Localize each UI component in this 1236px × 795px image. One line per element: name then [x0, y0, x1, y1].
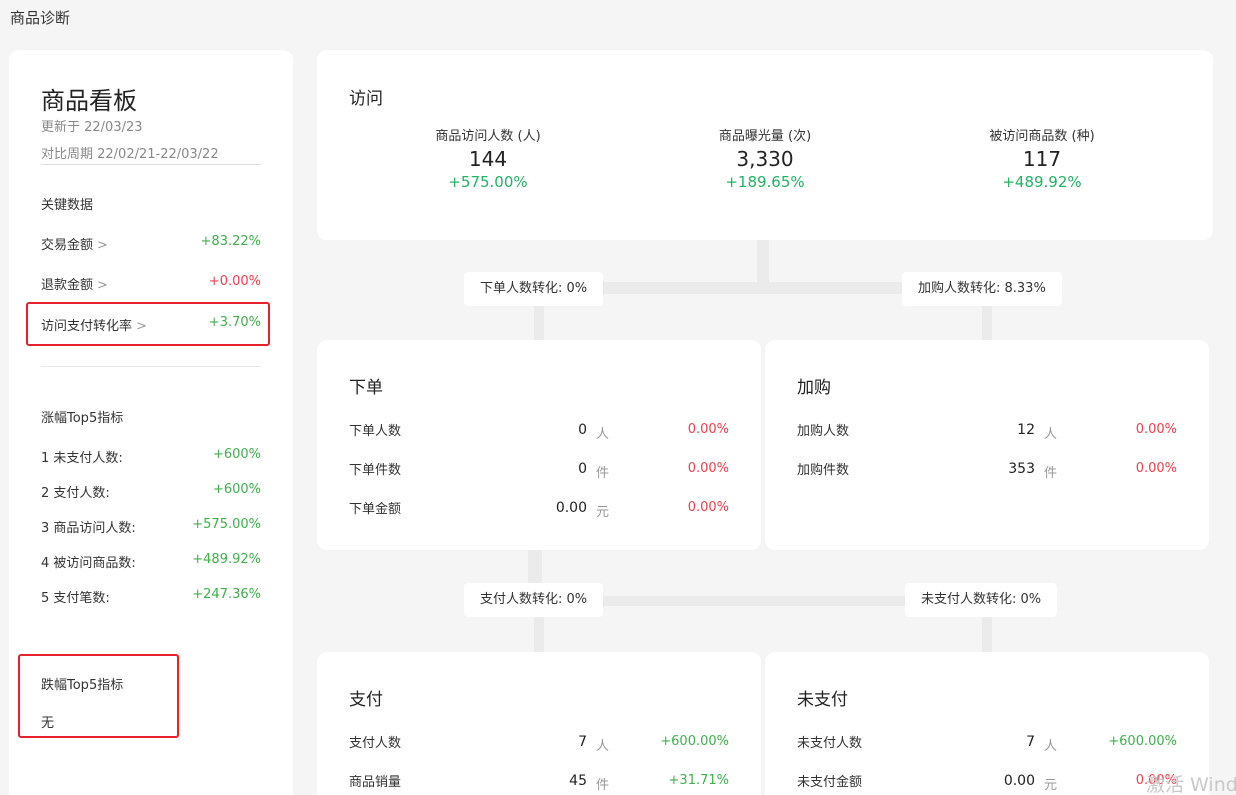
- pay-conversion-label: 支付人数转化: 0%: [464, 583, 604, 617]
- board-title: 商品看板: [41, 87, 137, 115]
- pay-metric-row: 商品销量 45 件 +31.71%: [349, 773, 729, 793]
- cart-card: 加购 加购人数 12 人 0.00% 加购件数 353 件 0.00%: [765, 340, 1209, 550]
- key-data-change: +0.00%: [208, 274, 261, 289]
- key-data-change: +83.22%: [200, 234, 261, 249]
- order-metric-row: 下单金额 0.00 元 0.00%: [349, 500, 729, 520]
- order-conversion-label: 下单人数转化: 0%: [464, 272, 604, 306]
- divider: [41, 366, 261, 367]
- cart-title: 加购: [797, 378, 831, 398]
- pay-title: 支付: [349, 690, 383, 710]
- rise-top5-item: 4 被访问商品数: +489.92%: [41, 552, 261, 571]
- visit-card: 访问 商品访问人数 (人) 144 +575.00% 商品曝光量 (次) 3,3…: [317, 50, 1213, 240]
- order-card: 下单 下单人数 0 人 0.00% 下单件数 0 件 0.00% 下单金额 0.…: [317, 340, 761, 550]
- visit-title: 访问: [349, 89, 383, 109]
- visit-metric-visited-products: 被访问商品数 (种) 117 +489.92%: [989, 129, 1095, 191]
- compare-period: 对比周期 22/02/21-22/03/22: [41, 143, 261, 165]
- chevron-right-icon: >: [97, 278, 108, 293]
- rise-top5-title: 涨幅Top5指标: [41, 411, 124, 426]
- page-title: 商品诊断: [10, 9, 71, 27]
- key-data-link[interactable]: 退款金额 >: [41, 274, 108, 293]
- cart-metric-row: 加购件数 353 件 0.00%: [797, 461, 1177, 481]
- highlight-box: [26, 302, 270, 346]
- unpaid-conversion-label: 未支付人数转化: 0%: [905, 583, 1058, 617]
- order-metric-row: 下单件数 0 件 0.00%: [349, 461, 729, 481]
- order-metric-row: 下单人数 0 人 0.00%: [349, 422, 729, 442]
- chevron-right-icon: >: [97, 238, 108, 253]
- rise-top5-item: 1 未支付人数: +600%: [41, 447, 261, 466]
- key-data-row-refund-amount[interactable]: 退款金额 > +0.00%: [41, 274, 261, 294]
- unpaid-card: 未支付 未支付人数 7 人 +600.00% 未支付金额 0.00 元 0.00…: [765, 652, 1209, 795]
- rise-top5-item: 2 支付人数: +600%: [41, 482, 261, 501]
- visit-metric-exposure: 商品曝光量 (次) 3,330 +189.65%: [718, 129, 812, 191]
- update-time: 更新于 22/03/23: [41, 120, 143, 135]
- order-title: 下单: [349, 378, 383, 398]
- cart-metric-row: 加购人数 12 人 0.00%: [797, 422, 1177, 442]
- key-data-link[interactable]: 交易金额 >: [41, 234, 108, 253]
- pay-metric-row: 支付人数 7 人 +600.00%: [349, 734, 729, 754]
- activation-watermark: 激活 Windows: [1146, 774, 1236, 795]
- rise-top5-item: 5 支付笔数: +247.36%: [41, 587, 261, 606]
- key-data-row-trade-amount[interactable]: 交易金额 > +83.22%: [41, 234, 261, 254]
- funnel-connector: [757, 238, 769, 282]
- unpaid-title: 未支付: [797, 690, 848, 710]
- highlight-box: [18, 654, 179, 738]
- rise-top5-item: 3 商品访问人数: +575.00%: [41, 517, 261, 536]
- cart-conversion-label: 加购人数转化: 8.33%: [902, 272, 1062, 306]
- pay-card: 支付 支付人数 7 人 +600.00% 商品销量 45 件 +31.71%: [317, 652, 761, 795]
- unpaid-metric-row: 未支付金额 0.00 元 0.00%: [797, 773, 1177, 793]
- unpaid-metric-row: 未支付人数 7 人 +600.00%: [797, 734, 1177, 754]
- visit-metric-visitors: 商品访问人数 (人) 144 +575.00%: [435, 129, 541, 191]
- key-data-title: 关键数据: [41, 198, 94, 213]
